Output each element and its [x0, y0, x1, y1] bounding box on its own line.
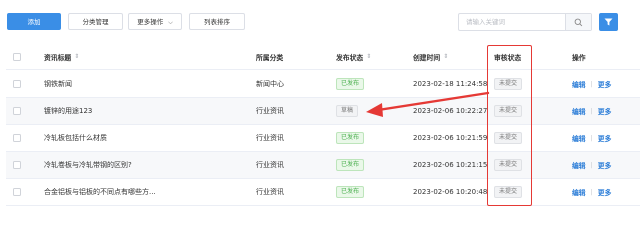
- add-button[interactable]: 添加: [7, 13, 61, 30]
- edit-link[interactable]: 编辑: [572, 187, 586, 197]
- search-button[interactable]: [565, 14, 591, 30]
- search-input[interactable]: [459, 14, 565, 30]
- row-category: 行业资讯: [256, 107, 284, 115]
- column-created-label: 创建时间: [413, 53, 441, 62]
- row-title[interactable]: 合金铝板与铝板的不同点有哪些方...: [44, 179, 156, 205]
- more-link[interactable]: 更多: [598, 160, 612, 170]
- row-created-time: 2023-02-06 10:22:27: [413, 107, 488, 115]
- row-title[interactable]: 冷轧板包括什么材质: [44, 125, 107, 151]
- row-created-time: 2023-02-06 10:21:15: [413, 161, 488, 169]
- select-all-checkbox[interactable]: [13, 44, 21, 69]
- publish-status-badge: 已发布: [336, 78, 365, 90]
- row-checkbox[interactable]: [13, 98, 21, 124]
- column-header-category: 所属分类: [256, 53, 284, 62]
- list-sort-button[interactable]: 列表排序: [189, 13, 245, 30]
- more-link[interactable]: 更多: [598, 106, 612, 116]
- row-category: 行业资讯: [256, 134, 284, 142]
- review-status-badge: 未提交: [494, 105, 523, 117]
- sort-icon: ⇕: [74, 53, 80, 60]
- row-category: 行业资讯: [256, 188, 284, 196]
- publish-status-badge: 已发布: [336, 186, 365, 198]
- row-created-time: 2023-02-18 11:24:58: [413, 80, 488, 88]
- table-row: 钢铁新闻 新闻中心 已发布 2023-02-18 11:24:58 未提交 编辑 | 更多: [6, 71, 640, 98]
- edit-link[interactable]: 编辑: [572, 106, 586, 116]
- row-title[interactable]: 钢铁新闻: [44, 71, 72, 97]
- table-row: 合金铝板与铝板的不同点有哪些方... 行业资讯 已发布 2023-02-06 10:2…: [6, 179, 640, 206]
- edit-link[interactable]: 编辑: [572, 160, 586, 170]
- table-row: 冷轧卷板与冷轧带钢的区别? 行业资讯 已发布 2023-02-06 10:21:15 未…: [6, 152, 640, 179]
- chevron-down-icon: ⌵: [168, 19, 173, 26]
- sort-icon: ⇕: [366, 53, 372, 60]
- review-status-badge: 未提交: [494, 132, 523, 144]
- row-created-time: 2023-02-06 10:20:48: [413, 188, 488, 196]
- table-row: 冷轧板包括什么材质 行业资讯 已发布 2023-02-06 10:21:59 未提交 编辑…: [6, 125, 640, 152]
- row-checkbox[interactable]: [13, 179, 21, 205]
- review-status-badge: 未提交: [494, 78, 523, 90]
- column-header-actions: 操作: [572, 53, 586, 62]
- review-status-badge: 未提交: [494, 186, 523, 198]
- column-header-publish-status[interactable]: 发布状态 ⇕: [336, 44, 371, 69]
- review-status-badge: 未提交: [494, 159, 523, 171]
- divider: |: [590, 107, 593, 115]
- row-created-time: 2023-02-06 10:21:59: [413, 134, 488, 142]
- row-category: 新闻中心: [256, 80, 284, 88]
- publish-status-badge: 草稿: [336, 105, 359, 117]
- column-title-label: 资讯标题: [44, 53, 72, 62]
- row-checkbox[interactable]: [13, 152, 21, 178]
- row-category: 行业资讯: [256, 161, 284, 169]
- filter-icon: [604, 18, 613, 26]
- more-actions-dropdown[interactable]: 更多操作 ⌵: [128, 13, 182, 30]
- more-link[interactable]: 更多: [598, 133, 612, 143]
- table-header: 资讯标题 ⇕ 所属分类 发布状态 ⇕ 创建时间 ⇕ 审核状态 操作: [6, 44, 640, 70]
- table-row: 镀锌的用途123 行业资讯 草稿 2023-02-06 10:22:27 未提交 编辑 | 更…: [6, 98, 640, 125]
- column-header-created-time[interactable]: 创建时间 ⇕: [413, 44, 448, 69]
- row-title[interactable]: 镀锌的用途123: [44, 98, 92, 124]
- more-link[interactable]: 更多: [598, 187, 612, 197]
- category-management-button[interactable]: 分类管理: [68, 13, 123, 30]
- column-header-title[interactable]: 资讯标题 ⇕: [44, 44, 79, 69]
- publish-status-badge: 已发布: [336, 159, 365, 171]
- row-checkbox[interactable]: [13, 125, 21, 151]
- more-link[interactable]: 更多: [598, 79, 612, 89]
- divider: |: [590, 161, 593, 169]
- filter-button[interactable]: [599, 13, 618, 31]
- divider: |: [590, 80, 593, 88]
- divider: |: [590, 134, 593, 142]
- search-box: [458, 13, 592, 31]
- publish-status-badge: 已发布: [336, 132, 365, 144]
- divider: |: [590, 188, 593, 196]
- search-icon: [574, 18, 583, 26]
- row-checkbox[interactable]: [13, 71, 21, 97]
- edit-link[interactable]: 编辑: [572, 133, 586, 143]
- edit-link[interactable]: 编辑: [572, 79, 586, 89]
- column-header-review-status: 审核状态: [494, 53, 522, 62]
- more-actions-label: 更多操作: [137, 18, 164, 26]
- column-publish-label: 发布状态: [336, 53, 364, 62]
- sort-icon: ⇕: [443, 53, 449, 60]
- row-title[interactable]: 冷轧卷板与冷轧带钢的区别?: [44, 152, 132, 178]
- toolbar: 添加 分类管理 更多操作 ⌵ 列表排序: [0, 0, 640, 42]
